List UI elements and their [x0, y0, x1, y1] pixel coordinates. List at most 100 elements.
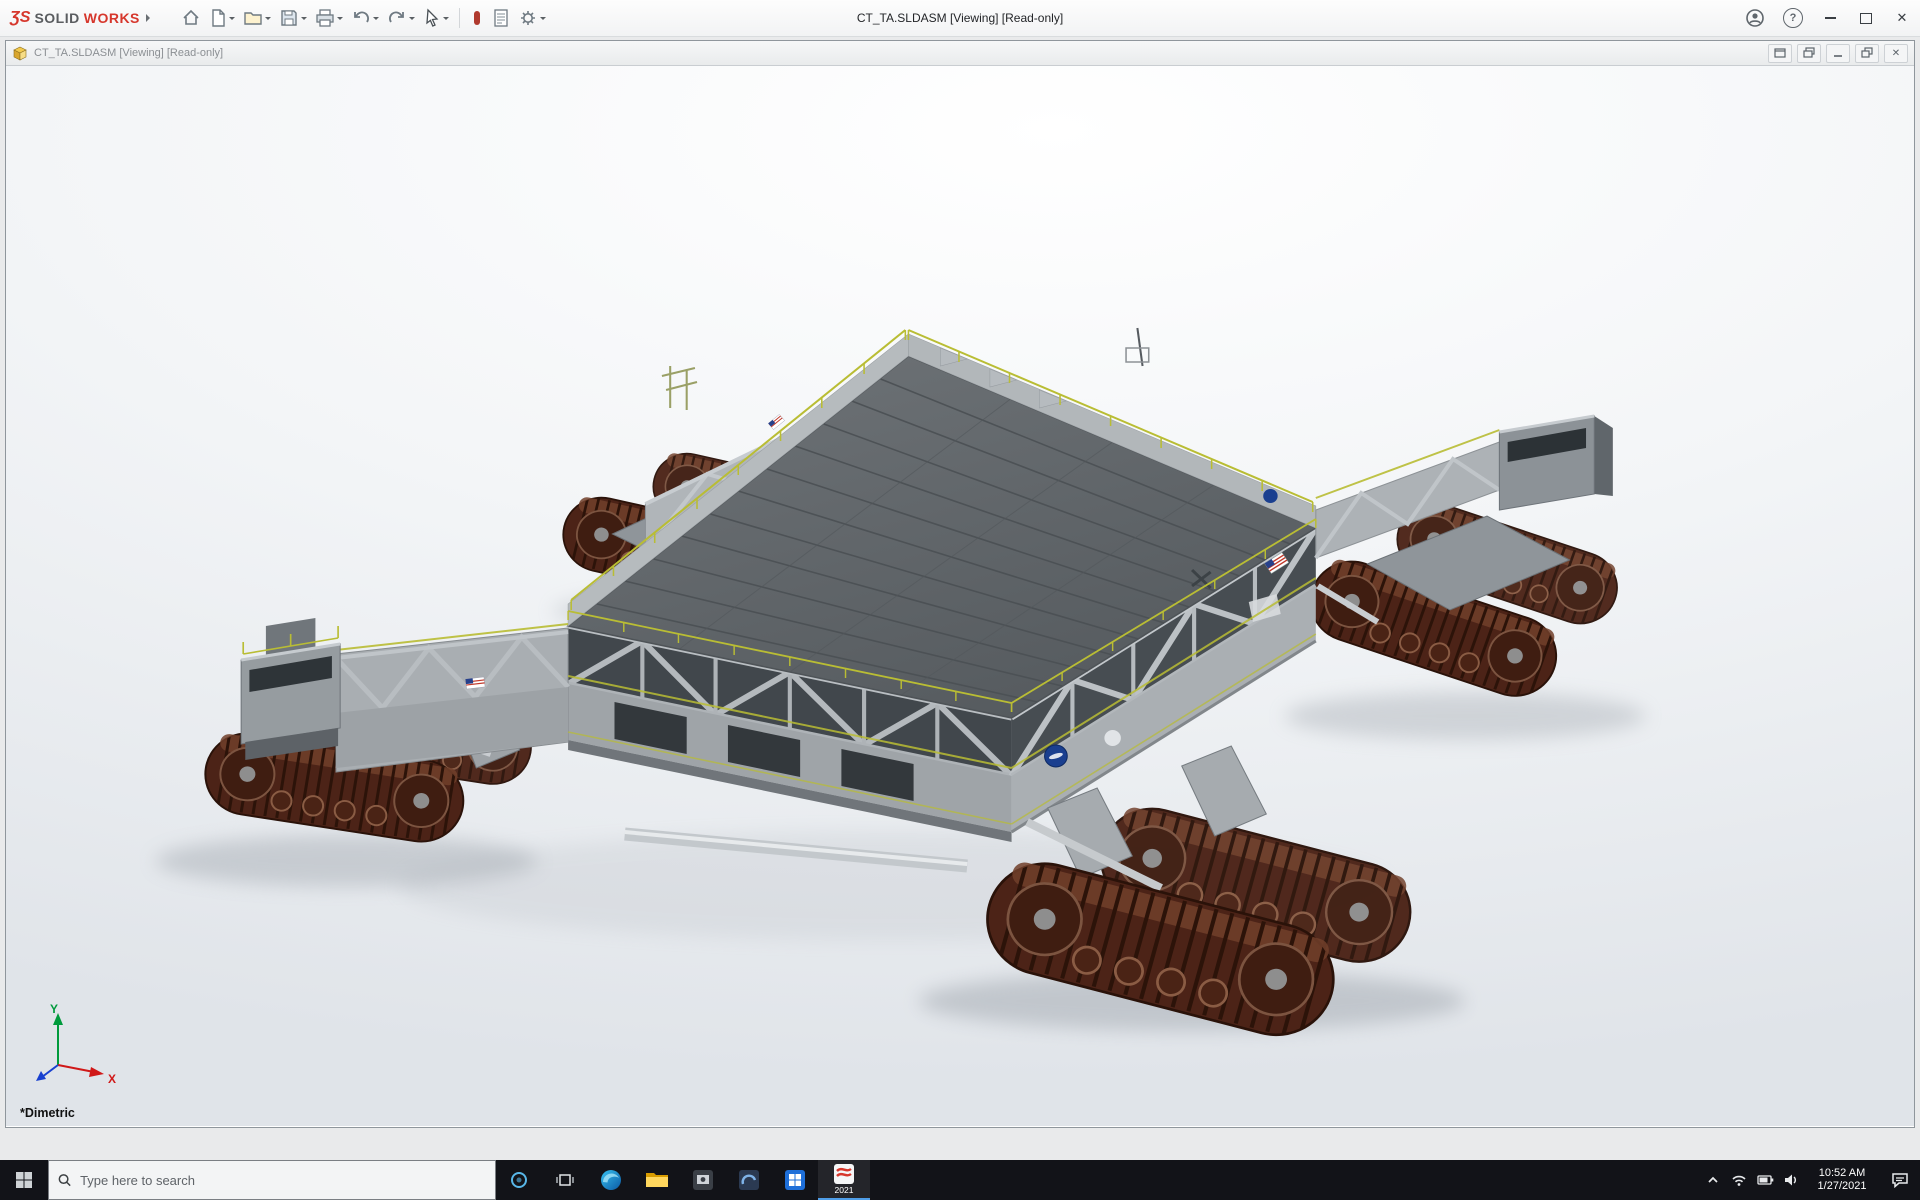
start-button[interactable] [0, 1160, 48, 1200]
view-orientation-label: *Dimetric [20, 1106, 75, 1120]
options-button[interactable] [515, 5, 549, 31]
crawler-transporter-model [6, 66, 1914, 1126]
file-explorer-icon [645, 1170, 669, 1190]
hidden-icons-button[interactable] [1700, 1160, 1726, 1200]
properties-sheet-icon [492, 8, 510, 28]
cortana-button[interactable] [496, 1160, 542, 1200]
solidworks-app-icon [833, 1163, 855, 1185]
clock-time: 10:52 AM [1804, 1167, 1880, 1180]
nasa-logo-decal [1263, 489, 1277, 503]
save-icon [279, 8, 299, 28]
help-button[interactable]: ? [1774, 0, 1812, 36]
chevron-up-icon [1706, 1173, 1720, 1187]
document-title-bar[interactable]: CT_TA.SLDASM [Viewing] [Read-only] [6, 41, 1914, 66]
triad-x-label: X [108, 1072, 116, 1086]
close-button[interactable]: ✕ [1884, 0, 1920, 36]
window-close-icon: ✕ [1892, 48, 1900, 59]
assembly-document-icon [12, 46, 28, 61]
dropdown-caret-icon[interactable] [337, 17, 343, 23]
maximize-button[interactable] [1848, 0, 1884, 36]
window-title: CT_TA.SLDASM [Viewing] [Read-only] [857, 11, 1063, 25]
windows-start-icon [15, 1171, 33, 1189]
status-bar [0, 1128, 1920, 1160]
minimize-button[interactable] [1812, 0, 1848, 36]
document-window-controls: ✕ [1768, 44, 1908, 63]
battery-button[interactable] [1752, 1160, 1778, 1200]
properties-sheet-button[interactable] [489, 5, 513, 31]
print-button[interactable] [312, 5, 346, 31]
brand-text-solid: SOLID [34, 10, 79, 26]
solidworks-logo[interactable]: ƷS SOLID WORKS [0, 9, 164, 27]
toolbar-separator [459, 8, 460, 28]
search-input[interactable] [78, 1172, 487, 1189]
edge-browser-button[interactable] [588, 1160, 634, 1200]
task-view-button[interactable] [542, 1160, 588, 1200]
dropdown-caret-icon[interactable] [443, 17, 449, 23]
help-icon: ? [1783, 8, 1803, 28]
cascade-windows-button[interactable] [1797, 44, 1821, 63]
red-capsule-icon [470, 8, 484, 28]
task-view-icon [555, 1171, 575, 1189]
wifi-icon [1731, 1173, 1747, 1187]
menu-flyout-caret-icon[interactable] [146, 14, 154, 22]
network-button[interactable] [1726, 1160, 1752, 1200]
3ds-logo-icon: ƷS [10, 9, 30, 27]
us-flag-decal [465, 677, 485, 689]
redo-button[interactable] [384, 5, 418, 31]
dropdown-caret-icon[interactable] [409, 17, 415, 23]
file-explorer-button[interactable] [634, 1160, 680, 1200]
doc-close-button[interactable]: ✕ [1884, 44, 1908, 63]
clock-date: 1/27/2021 [1804, 1180, 1880, 1193]
cortana-icon [509, 1170, 529, 1190]
dropdown-caret-icon[interactable] [540, 17, 546, 23]
dropdown-caret-icon[interactable] [301, 17, 307, 23]
save-button[interactable] [276, 5, 310, 31]
new-window-icon [1773, 47, 1787, 59]
dropdown-caret-icon[interactable] [265, 17, 271, 23]
minimize-icon [1825, 17, 1836, 19]
document-title: CT_TA.SLDASM [Viewing] [Read-only] [34, 47, 223, 59]
undo-button[interactable] [348, 5, 382, 31]
system-tray: 10:52 AM 1/27/2021 [1700, 1160, 1920, 1200]
volume-button[interactable] [1778, 1160, 1804, 1200]
notification-icon [1891, 1172, 1909, 1188]
cascade-windows-icon [1802, 47, 1816, 59]
dropdown-caret-icon[interactable] [229, 17, 235, 23]
taskbar-clock[interactable]: 10:52 AM 1/27/2021 [1804, 1167, 1880, 1193]
red-capsule-button[interactable] [467, 5, 487, 31]
dropdown-caret-icon[interactable] [373, 17, 379, 23]
select-tool-button[interactable] [420, 5, 452, 31]
sign-in-button[interactable] [1736, 0, 1774, 36]
quick-access-toolbar [178, 5, 549, 31]
speaker-icon [1783, 1173, 1799, 1187]
maximize-icon [1860, 13, 1872, 24]
pinned-app-button-3[interactable] [772, 1160, 818, 1200]
triad-y-label: Y [50, 1002, 58, 1016]
taskbar-search[interactable] [48, 1160, 496, 1200]
redo-icon [387, 8, 407, 28]
doc-restore-button[interactable] [1855, 44, 1879, 63]
home-icon [181, 8, 201, 28]
brand-text-works: WORKS [84, 10, 140, 26]
pinned-app-button-1[interactable] [680, 1160, 726, 1200]
window-minimize-icon [1831, 47, 1845, 59]
doc-minimize-button[interactable] [1826, 44, 1850, 63]
open-button[interactable] [240, 5, 274, 31]
pinned-app-button-2[interactable] [726, 1160, 772, 1200]
user-account-icon [1745, 8, 1765, 28]
action-center-button[interactable] [1880, 1160, 1920, 1200]
select-cursor-icon [423, 8, 441, 28]
new-document-button[interactable] [206, 5, 238, 31]
edge-icon [599, 1168, 623, 1192]
home-button[interactable] [178, 5, 204, 31]
new-window-button[interactable] [1768, 44, 1792, 63]
solidworks-year-badge: 2021 [835, 1186, 854, 1195]
print-icon [315, 8, 335, 28]
pinned-app-icon-3 [783, 1168, 807, 1192]
undo-icon [351, 8, 371, 28]
battery-icon [1757, 1174, 1774, 1186]
viewport-canvas[interactable]: Y X *Dimetric [6, 66, 1914, 1126]
windows-taskbar: 2021 10:52 AM 1/27/2021 [0, 1160, 1920, 1200]
open-folder-icon [243, 8, 263, 28]
solidworks-app-button[interactable]: 2021 [818, 1160, 870, 1200]
